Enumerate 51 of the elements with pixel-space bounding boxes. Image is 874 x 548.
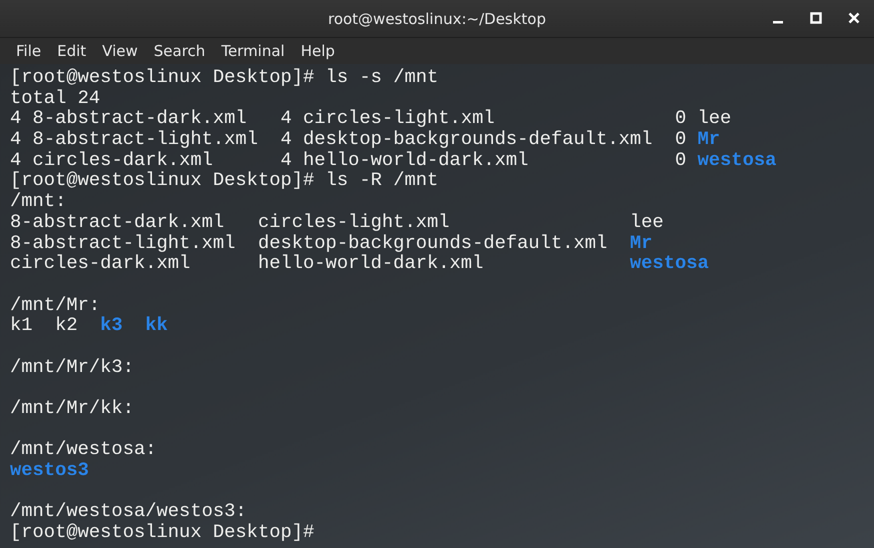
file-name: desktop-backgrounds-default.xml [303,129,652,150]
file-name: hello-world-dark.xml [303,150,528,170]
file-name: lee [630,212,664,232]
directory-name: k3 [100,315,123,336]
directory-name: Mr [630,232,652,254]
file-size: 4 [280,108,292,130]
file-name: 8-abstract-light.xml [32,129,258,150]
file-name: 8-abstract-light.xml [10,232,236,254]
command-line: [root@westoslinux Desktop]# [10,522,316,543]
file-size: 4 [280,150,292,170]
file-name: lee [698,108,732,130]
close-icon[interactable] [848,12,860,24]
file-name: circles-dark.xml [10,253,190,274]
output-line: /mnt: [10,191,68,212]
file-size: 0 [674,150,686,170]
menu-item[interactable]: File [7,42,48,60]
output-line: /mnt/westosa/westos3: [10,501,248,522]
menu-item[interactable]: Terminal [212,42,292,60]
menu-item[interactable]: Help [292,42,342,60]
file-size: 4 [10,108,22,130]
file-name: desktop-backgrounds-default.xml [258,232,608,254]
directory-name: westosa [630,253,709,274]
directory-name: Mr [698,129,720,150]
file-name: circles-light.xml [303,108,495,130]
maximize-icon[interactable] [810,12,822,24]
file-name: circles-dark.xml [32,150,213,170]
output-line: /mnt/Mr/k3: [10,356,135,378]
file-size: 0 [674,108,686,130]
output-line: /mnt/westosa: [10,439,158,460]
directory-name: westos3 [10,460,89,481]
command-line: [root@westoslinux Desktop]# ls -s /mnt [10,67,440,88]
file-name: circles-light.xml [258,212,450,232]
file-size: 4 [280,129,292,150]
file-size: 0 [674,129,686,150]
file-size: 4 [10,150,22,170]
window-title: root@westoslinux:~/Desktop [328,10,546,28]
directory-name: westosa [698,150,776,170]
menu-item[interactable]: View [93,42,145,60]
directory-name: kk [145,315,168,336]
file-name: k1 [10,315,33,336]
file-name: 8-abstract-dark.xml [10,212,224,232]
output-line: total 24 [10,88,102,108]
menu-item[interactable]: Edit [48,42,94,60]
file-name: hello-world-dark.xml [258,253,484,274]
file-name: 8-abstract-dark.xml [32,108,247,130]
file-name: k2 [55,315,78,336]
command-line: [root@westoslinux Desktop]# ls -R /mnt [10,170,440,192]
output-line: /mnt/Mr: [10,294,102,316]
output-line: /mnt/Mr/kk: [10,398,135,419]
menu-item[interactable]: Search [144,42,212,60]
file-size: 4 [10,129,22,150]
